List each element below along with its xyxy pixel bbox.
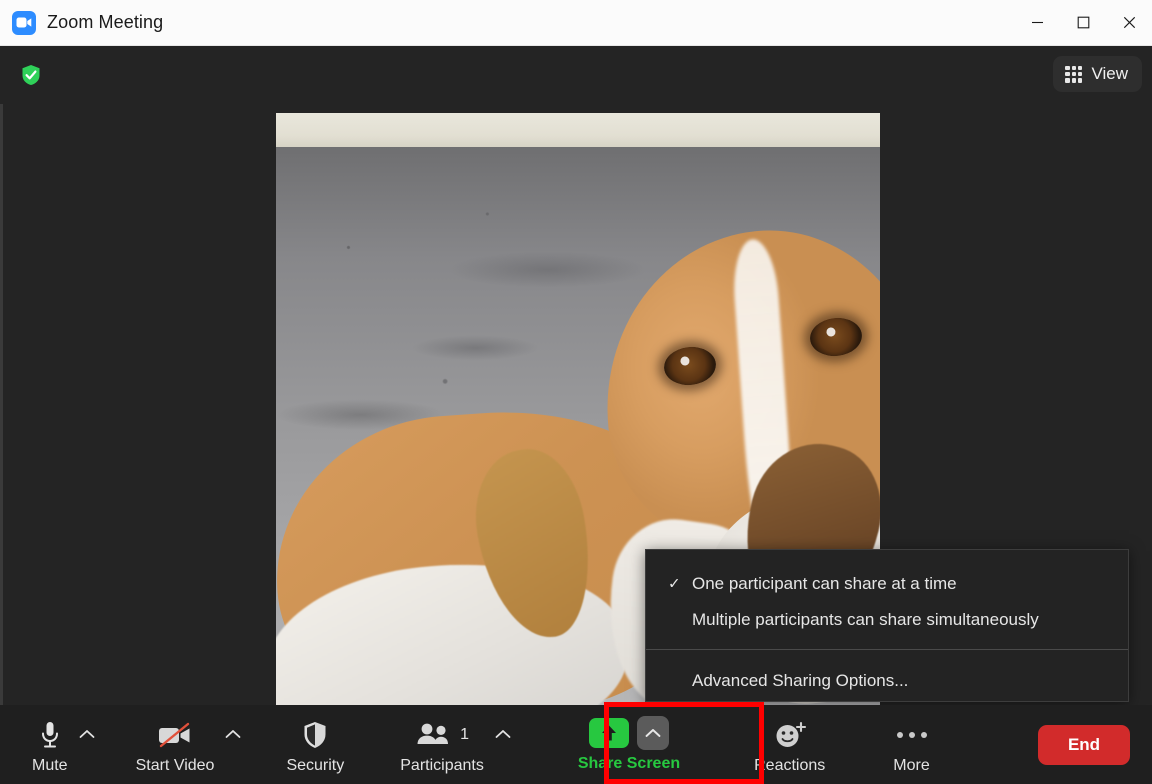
end-meeting-button[interactable]: End — [1038, 724, 1130, 765]
menu-item-label: Multiple participants can share simultan… — [692, 610, 1039, 629]
chevron-up-icon — [645, 729, 661, 737]
reactions-button[interactable]: Reactions — [748, 705, 831, 784]
mute-button-label: Mute — [32, 757, 68, 774]
more-button[interactable]: More — [887, 705, 935, 784]
video-options-caret[interactable] — [220, 705, 246, 784]
security-button[interactable]: Security — [280, 705, 350, 784]
maximize-icon — [1077, 16, 1089, 29]
chevron-up-icon — [226, 730, 241, 738]
menu-item-label: Advanced Sharing Options... — [692, 671, 909, 690]
share-menu-group-modes: ✓ One participant can share at a time Mu… — [646, 550, 1128, 638]
start-video-button-label: Start Video — [135, 757, 215, 774]
participants-options-caret[interactable] — [490, 705, 516, 784]
minimize-icon — [1031, 21, 1043, 24]
security-button-label: Security — [286, 757, 345, 774]
window-title: Zoom Meeting — [47, 12, 164, 32]
camera-off-icon — [157, 718, 193, 752]
close-button[interactable] — [1106, 0, 1152, 46]
mute-options-caret[interactable] — [74, 705, 100, 784]
share-screen-options-menu[interactable]: ✓ One participant can share at a time Mu… — [645, 549, 1129, 702]
people-icon: 1 — [415, 718, 469, 752]
chevron-up-icon — [495, 730, 511, 738]
meeting-topbar: View — [0, 46, 1152, 104]
menu-item-multiple-participants[interactable]: Multiple participants can share simultan… — [646, 602, 1128, 638]
share-menu-group-advanced: Advanced Sharing Options... — [646, 650, 1128, 699]
start-video-button[interactable]: Start Video — [130, 705, 221, 784]
menu-item-label: One participant can share at a time — [692, 574, 957, 593]
share-up-arrow-icon — [588, 718, 629, 748]
share-screen-row — [588, 716, 669, 750]
green-shield-check-icon[interactable] — [21, 64, 41, 86]
participants-button[interactable]: 1 Participants — [394, 705, 490, 784]
more-button-label: More — [893, 757, 930, 774]
titlebar-left: Zoom Meeting — [0, 10, 164, 35]
share-screen-button-label: Share Screen — [577, 755, 681, 772]
maximize-button[interactable] — [1060, 0, 1106, 46]
zoom-camera-icon — [12, 10, 36, 35]
microphone-icon — [38, 718, 62, 752]
minimize-button[interactable] — [1014, 0, 1060, 46]
reactions-button-label: Reactions — [754, 757, 826, 774]
menu-item-advanced-sharing-options[interactable]: Advanced Sharing Options... — [646, 663, 1128, 699]
zoom-meeting-window: Zoom Meeting View ✓ One participant can … — [0, 0, 1152, 784]
smiley-plus-icon — [773, 718, 807, 752]
grid-icon — [1065, 65, 1083, 83]
mute-button[interactable]: Mute — [26, 705, 74, 784]
view-button[interactable]: View — [1053, 56, 1142, 92]
meeting-toolbar: Mute Start Video Security 1 Participants… — [0, 705, 1152, 784]
stage-left-edge — [0, 46, 3, 705]
participants-count: 1 — [460, 726, 469, 743]
window-titlebar: Zoom Meeting — [0, 0, 1152, 46]
share-screen-options-caret[interactable] — [636, 716, 669, 750]
ellipsis-icon — [896, 718, 927, 752]
share-screen-button[interactable]: Share Screen — [564, 705, 694, 784]
menu-item-one-participant[interactable]: ✓ One participant can share at a time — [646, 566, 1128, 602]
shield-icon — [302, 718, 328, 752]
participants-button-label: Participants — [400, 757, 484, 774]
close-icon — [1123, 16, 1135, 29]
view-button-label: View — [1091, 64, 1128, 83]
chevron-up-icon — [79, 730, 94, 738]
check-icon: ✓ — [668, 575, 681, 593]
window-controls — [1014, 0, 1152, 46]
